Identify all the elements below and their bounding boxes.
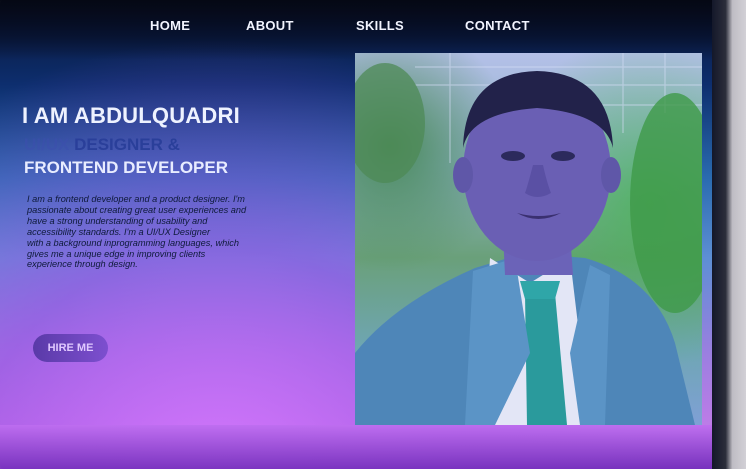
hero-role-line-2: FRONTEND DEVELOPER bbox=[24, 158, 229, 177]
hero-role-faded-text: UI/UX bbox=[24, 135, 70, 154]
screen-bottom-glow bbox=[0, 425, 728, 469]
top-navigation: HOME ABOUT SKILLS CONTACT bbox=[0, 14, 712, 38]
hero-bio: I am a frontend developer and a product … bbox=[27, 194, 297, 270]
eye-right bbox=[551, 151, 575, 161]
bio-line: accessibility standards. I'm a UI/UX Des… bbox=[27, 226, 211, 237]
bio-line: with a background inprogramming language… bbox=[27, 237, 239, 248]
eye-left bbox=[501, 151, 525, 161]
bio-line: I am a frontend developer and a product … bbox=[27, 194, 245, 204]
foliage-right bbox=[630, 93, 702, 313]
nav-about-link[interactable]: ABOUT bbox=[246, 18, 294, 33]
nav-skills-link[interactable]: SKILLS bbox=[356, 18, 404, 33]
foliage-left bbox=[355, 63, 425, 183]
profile-photo-illustration bbox=[355, 53, 702, 425]
profile-photo bbox=[355, 53, 702, 425]
tie-knot bbox=[520, 281, 560, 299]
ear-left bbox=[453, 157, 473, 193]
hire-me-button[interactable]: HIRE ME bbox=[33, 334, 108, 362]
hero-title: I AM ABDULQUADRI bbox=[22, 103, 240, 128]
hero-role-text: DESIGNER & bbox=[74, 135, 180, 154]
bio-line: experience through design. bbox=[27, 259, 138, 270]
hero-role-line-1: UI/UX DESIGNER & bbox=[24, 135, 180, 155]
bio-line: have a strong understanding of usability… bbox=[27, 215, 208, 226]
monitor-bezel bbox=[712, 0, 746, 469]
nav-home-link[interactable]: HOME bbox=[150, 18, 190, 33]
bio-line: gives me a unique edge in improving clie… bbox=[27, 248, 206, 259]
nav-contact-link[interactable]: CONTACT bbox=[465, 18, 530, 33]
bio-line: passionate about creating great user exp… bbox=[27, 204, 247, 215]
ear-right bbox=[601, 157, 621, 193]
